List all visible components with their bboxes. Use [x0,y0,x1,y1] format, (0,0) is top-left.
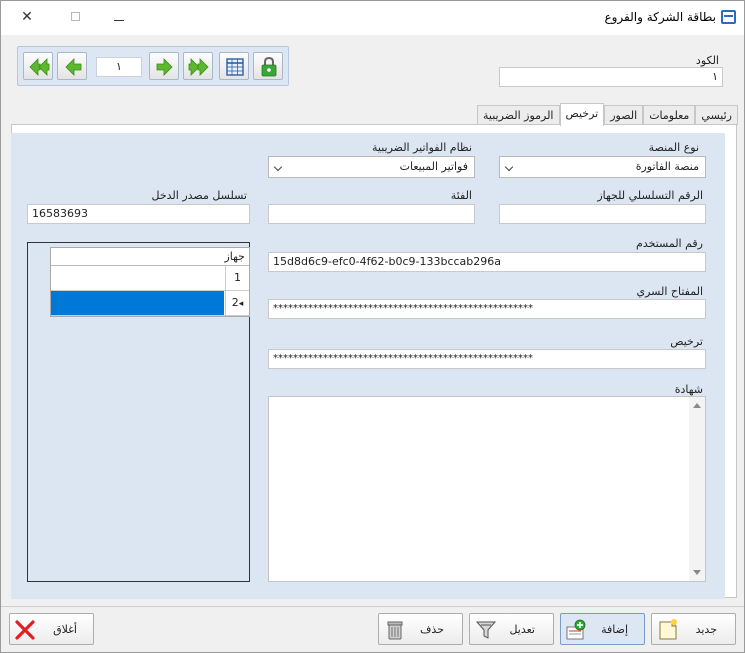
arrow-left-icon [65,58,82,76]
next-record-button[interactable] [149,52,179,80]
license-label: ترخيص [670,335,703,348]
table-row[interactable]: 1 [51,266,249,291]
invoice-system-label: نظام الفواتير الضريبية [371,141,472,154]
new-button-label: جديد [695,623,717,636]
tab-tax-codes[interactable]: الرموز الضريبية [477,105,560,125]
delete-button[interactable]: حذف [378,613,463,645]
scroll-up-icon[interactable] [693,403,701,408]
code-label: الكود [695,54,719,67]
certificate-textarea[interactable] [268,396,706,582]
tab-info[interactable]: معلومات [643,105,696,125]
table-grid-icon [226,58,244,76]
device-grid-container: جهاز 1 2◂ [27,242,250,582]
device-grid[interactable]: جهاز 1 2◂ [50,247,250,317]
invoice-system-select[interactable]: فواتير المبيعات [268,156,475,178]
device-serial-field[interactable] [499,204,706,224]
income-source-field[interactable]: 16583693 [27,204,250,224]
edit-button-label: تعديل [509,623,535,636]
invoice-system-value: فواتير المبيعات [399,160,468,173]
double-arrow-left-icon [29,58,50,76]
certificate-label: شهادة [674,383,703,396]
edit-filter-icon [475,621,497,639]
edit-button[interactable]: تعديل [469,613,554,645]
device-serial-label: الرقم التسلسلي للجهاز [597,189,703,202]
new-button[interactable]: جديد [651,613,736,645]
add-button[interactable]: إضافة [560,613,645,645]
new-document-icon [659,619,677,640]
minimize-window-icon[interactable] [109,8,129,26]
previous-record-button[interactable] [57,52,87,80]
income-source-label: تسلسل مصدر الدخل [151,189,247,202]
license-field[interactable]: ****************************************… [268,349,706,369]
close-button-label: أغلاق [53,623,77,636]
window-title: بطاقة الشركة والفروع [604,10,716,24]
chevron-down-icon [273,162,283,172]
padlock-icon [261,56,277,77]
code-field[interactable]: ١ [499,67,723,87]
row-number-text: 2 [231,296,239,309]
arrow-right-icon [156,58,173,76]
trash-icon [387,621,403,640]
add-button-label: إضافة [601,623,628,636]
close-button[interactable]: أغلاق [9,613,94,645]
title-bar: بطاقة الشركة والفروع ✕ [1,1,744,35]
tab-main[interactable]: رئيسي [695,105,738,125]
row-pointer-icon: ◂ [238,299,244,309]
action-toolbar: جديد إضافة تعديل حذف أغلاق [1,606,744,652]
scroll-down-icon[interactable] [693,570,701,575]
device-column-header[interactable]: جهاز [51,248,249,266]
chevron-down-icon [504,162,514,172]
close-x-icon [15,620,35,640]
platform-type-label: نوع المنصة [648,141,699,154]
username-label: رقم المستخدم [636,237,703,250]
grid-view-button[interactable] [219,52,249,80]
secret-key-field[interactable]: ****************************************… [268,299,706,319]
row-number: 2◂ [225,291,249,315]
tab-strip: رئيسي معلومات الصور ترخيص الرموز الضريبي… [477,103,738,126]
company-branches-window: بطاقة الشركة والفروع ✕ ١ الكود ١ رئيسي م… [0,0,745,653]
row-number: 1 [225,266,249,290]
tab-images[interactable]: الصور [604,105,644,125]
add-record-icon [566,619,586,640]
category-field[interactable] [268,204,475,224]
last-record-button[interactable] [183,52,213,80]
username-field[interactable]: 15d8d6c9-efc0-4f62-b0c9-133bccab296a [268,252,706,272]
maximize-window-icon[interactable] [65,8,85,26]
first-record-button[interactable] [23,52,53,80]
lock-button[interactable] [253,52,283,80]
record-number-field[interactable]: ١ [96,57,142,77]
platform-type-select[interactable]: منصة الفاتورة [499,156,706,178]
close-window-icon[interactable]: ✕ [17,8,37,26]
window-app-icon [721,10,736,24]
record-navigation-toolbar: ١ [17,46,289,86]
double-arrow-right-icon [188,58,209,76]
secret-key-label: المفتاح السري [636,285,704,298]
selected-cell[interactable] [51,291,224,315]
tab-license[interactable]: ترخيص [559,103,605,126]
platform-type-value: منصة الفاتورة [635,160,699,173]
scrollbar[interactable] [689,397,705,581]
table-row-selected[interactable]: 2◂ [51,291,249,316]
category-label: الفئة [450,189,472,202]
delete-button-label: حذف [420,623,444,636]
